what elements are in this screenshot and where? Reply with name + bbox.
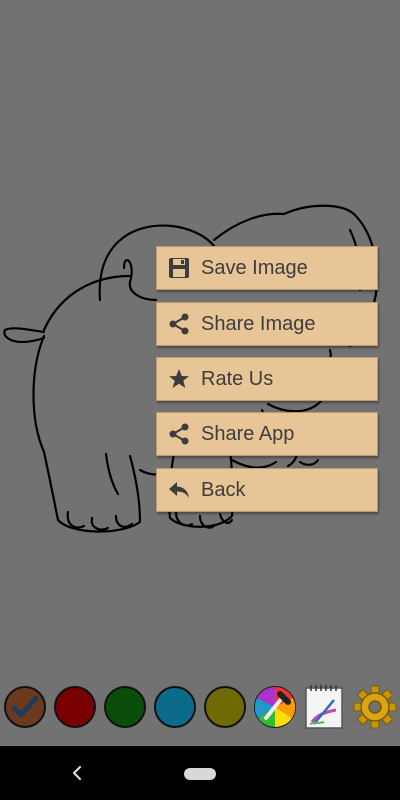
brush-notepad-icon[interactable] — [304, 684, 350, 730]
star-icon — [167, 367, 191, 391]
back-label: Back — [201, 478, 246, 501]
color-swatch-brown[interactable] — [4, 686, 46, 728]
share-image-button[interactable]: Share Image — [156, 302, 378, 346]
nav-home-pill[interactable] — [184, 768, 216, 780]
rate-us-label: Rate Us — [201, 367, 274, 390]
share-image-label: Share Image — [201, 312, 316, 335]
share-app-label: Share App — [201, 422, 295, 445]
share-icon — [167, 312, 191, 336]
color-swatch-olive[interactable] — [204, 686, 246, 728]
save-image-label: Save Image — [201, 256, 308, 279]
color-swatch-red[interactable] — [54, 686, 96, 728]
checkmark-icon — [11, 695, 39, 718]
rate-us-button[interactable]: Rate Us — [156, 357, 378, 401]
color-picker-icon[interactable] — [252, 684, 298, 730]
settings-gear-icon[interactable] — [352, 684, 398, 730]
save-icon — [167, 256, 191, 280]
color-swatch-green[interactable] — [104, 686, 146, 728]
share-app-button[interactable]: Share App — [156, 412, 378, 456]
color-swatch-blue[interactable] — [154, 686, 196, 728]
back-arrow-icon — [167, 478, 191, 502]
nav-back-icon[interactable] — [66, 762, 88, 784]
color-palette — [0, 684, 400, 732]
share-icon — [167, 422, 191, 446]
save-image-button[interactable]: Save Image — [156, 246, 378, 290]
back-button[interactable]: Back — [156, 468, 378, 512]
system-navigation-bar — [0, 746, 400, 800]
